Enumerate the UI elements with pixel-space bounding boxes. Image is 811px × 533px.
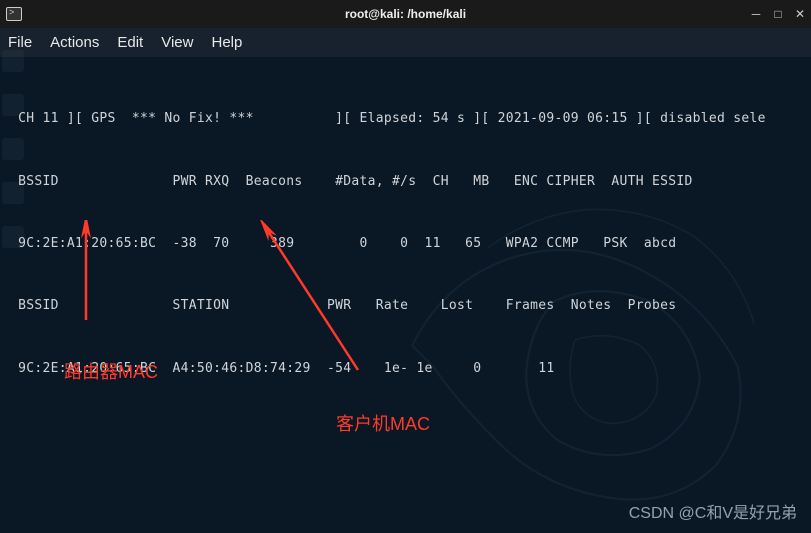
maximize-icon[interactable]: □ <box>771 7 785 21</box>
annotation-router-mac: 路由器MAC <box>64 358 158 384</box>
close-icon[interactable]: ✕ <box>793 7 807 21</box>
annotation-client-mac: 客户机MAC <box>336 410 430 436</box>
window-title: root@kali: /home/kali <box>345 7 466 21</box>
ap-header: BSSID PWR RXQ Beacons #Data, #/s CH MB E… <box>10 166 801 197</box>
ap-row: 9C:2E:A1:20:65:BC -38 70 389 0 0 11 65 W… <box>10 228 801 259</box>
watermark: CSDN @C和V是好兄弟 <box>629 499 797 523</box>
menubar: File Actions Edit View Help <box>0 28 811 58</box>
station-header: BSSID STATION PWR Rate Lost Frames Notes… <box>10 290 801 321</box>
status-line: CH 11 ][ GPS *** No Fix! *** ][ Elapsed:… <box>10 103 801 134</box>
minimize-icon[interactable]: ─ <box>749 7 763 21</box>
menu-file[interactable]: File <box>8 34 32 51</box>
menu-help[interactable]: Help <box>211 34 242 51</box>
menu-actions[interactable]: Actions <box>50 34 99 51</box>
window-controls: ─ □ ✕ <box>749 7 807 21</box>
menu-edit[interactable]: Edit <box>117 34 143 51</box>
titlebar: root@kali: /home/kali ─ □ ✕ <box>0 0 811 28</box>
menu-view[interactable]: View <box>161 34 193 51</box>
terminal-icon <box>6 7 22 21</box>
